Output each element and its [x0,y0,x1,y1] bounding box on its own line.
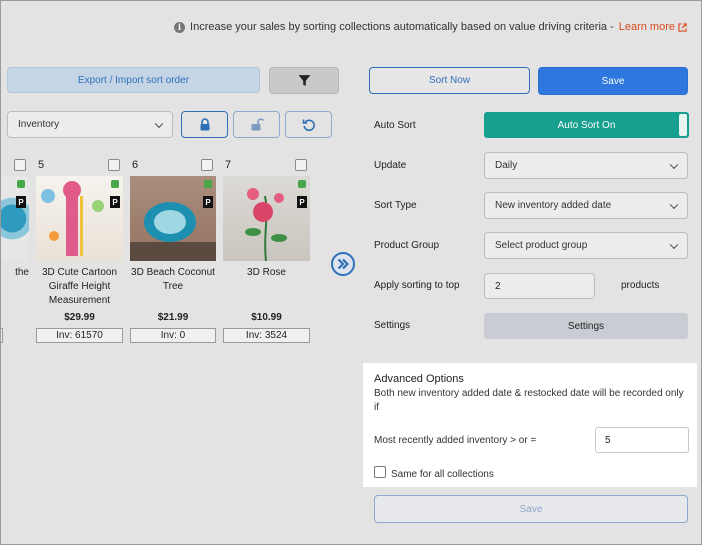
update-select[interactable]: Daily [484,152,688,179]
reset-button[interactable] [285,111,332,138]
chevron-down-icon [669,200,679,209]
learn-more-link[interactable]: Learn more [619,21,687,33]
app-frame: i Increase your sales by sorting collect… [0,0,702,545]
unlock-button[interactable] [233,111,280,138]
settings-button-label: Settings [567,320,605,332]
apply-top-label: Apply sorting to top [374,280,460,291]
tag-icon [111,180,119,188]
inventory-box: 0 [1,328,3,343]
learn-more-label: Learn more [618,21,675,33]
inventory-box: Inv: 0 [130,328,216,343]
product-checkbox[interactable] [295,159,307,171]
product-price: $21.99 [157,312,189,323]
sort-type-value: New inventory added date [495,200,612,211]
rose-picture [245,188,287,261]
unlock-icon [251,118,264,131]
product-image: P [1,176,29,261]
undo-icon [302,119,315,131]
pinned-badge: P [16,196,26,208]
lock-icon [200,118,209,131]
giraffe-picture [41,181,104,256]
sort-type-select[interactable]: New inventory added date [484,192,688,219]
product-price: $10.99 [251,312,282,323]
inventory-box: Inv: 61570 [36,328,123,343]
info-icon: i [174,21,186,33]
recent-inventory-value: 5 [605,434,611,446]
toggle-knob [679,114,687,136]
sort-field-value: Inventory [18,119,60,130]
auto-sort-toggle[interactable]: Auto Sort On [484,112,689,138]
filter-button[interactable] [269,67,339,94]
sort-now-label: Sort Now [428,75,471,86]
pinned-badge: P [297,196,307,208]
settings-label: Settings [374,320,411,331]
apply-top-value: 2 [495,280,501,292]
inventory-box: Inv: 3524 [223,328,310,343]
sort-field-select[interactable]: Inventory [7,111,173,138]
auto-sort-value: Auto Sort On [557,119,616,131]
product-checkbox[interactable] [14,159,26,171]
save-label: Save [601,75,625,87]
chevron-down-icon [669,160,679,169]
save-advanced-label: Save [519,503,543,515]
product-image: P [223,176,310,261]
advanced-title: Advanced Options [374,373,464,385]
product-position: 7 [225,159,232,171]
product-group-select[interactable]: Select product group [484,232,688,259]
sort-type-label: Sort Type [374,200,417,211]
product-title: the [15,267,29,278]
lock-button[interactable] [181,111,228,138]
product-position: 5 [38,159,45,171]
auto-sort-label: Auto Sort [374,120,416,131]
sort-now-button[interactable]: Sort Now [369,67,530,94]
chevron-down-icon [669,240,679,249]
same-all-label: Same for all collections [391,469,494,480]
info-bar: i Increase your sales by sorting collect… [174,21,687,33]
export-import-button[interactable]: Export / Import sort order [7,67,260,93]
export-import-label: Export / Import sort order [77,74,190,86]
product-checkbox[interactable] [108,159,120,171]
product-image: P [36,176,123,261]
recent-inventory-label: Most recently added inventory > or = [374,435,537,446]
product-position: 6 [132,159,139,171]
apply-top-input[interactable]: 2 [484,273,595,299]
pinned-badge: P [203,196,213,208]
tag-icon [204,180,212,188]
settings-button[interactable]: Settings [484,313,688,339]
external-link-icon [678,22,687,32]
product-group-label: Product Group [374,240,440,251]
advanced-description: Both new inventory added date & restocke… [374,388,684,413]
pinned-badge: P [110,196,120,208]
update-value: Daily [495,160,518,171]
products-suffix: products [621,280,660,291]
save-advanced-button[interactable]: Save [374,495,688,523]
expand-button[interactable] [331,252,355,276]
product-price: $29.99 [64,312,95,323]
info-text: Increase your sales by sorting collectio… [190,21,614,33]
recent-inventory-input[interactable]: 5 [595,427,689,453]
tag-icon [17,180,25,188]
update-label: Update [374,160,407,171]
advanced-options-panel: Advanced Options Both new inventory adde… [363,363,697,487]
same-all-checkbox[interactable] [374,466,386,478]
product-group-value: Select product group [495,240,588,251]
product-image: P [130,176,216,261]
product-title: 3D Rose [247,267,286,278]
product-checkbox[interactable] [201,159,213,171]
save-button[interactable]: Save [538,67,688,95]
product-title: 3D Beach Coconut Tree [131,267,215,292]
beach-picture [130,176,216,261]
double-chevron-right-icon [337,258,349,270]
product-title: 3D Cute Cartoon Giraffe Height Measureme… [41,267,118,306]
filter-icon [298,75,310,86]
chevron-down-icon [154,119,164,128]
tag-icon [298,180,306,188]
